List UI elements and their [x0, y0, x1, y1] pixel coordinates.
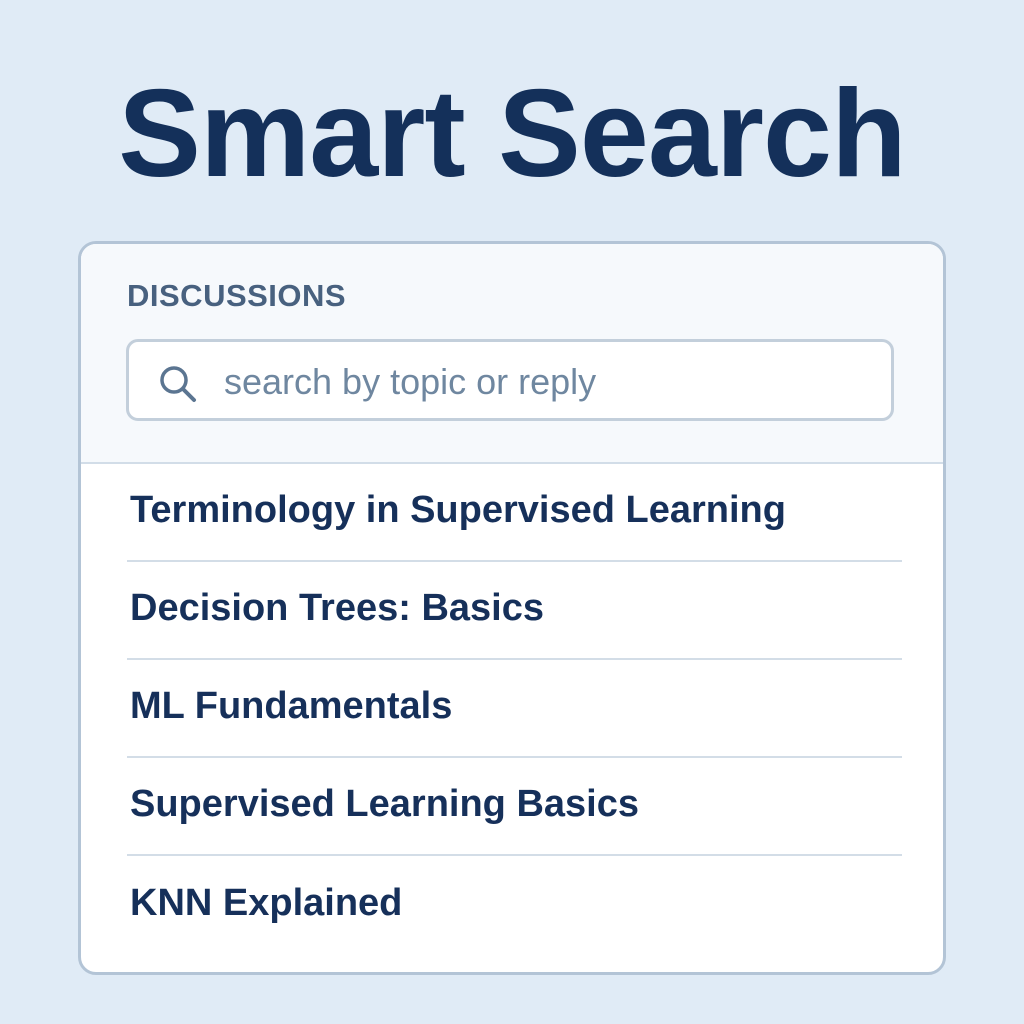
list-item[interactable]: ML Fundamentals: [127, 660, 902, 758]
list-item[interactable]: Supervised Learning Basics: [127, 758, 902, 856]
discussions-panel: DISCUSSIONS Terminology in Supervised Le…: [78, 241, 946, 975]
list-item[interactable]: KNN Explained: [127, 856, 902, 954]
list-item[interactable]: Terminology in Supervised Learning: [127, 464, 902, 562]
page-title: Smart Search: [118, 65, 907, 203]
discussion-list: Terminology in Supervised Learning Decis…: [127, 464, 902, 954]
search-box[interactable]: [126, 339, 894, 421]
search-input[interactable]: [222, 356, 866, 408]
panel-header: DISCUSSIONS: [81, 244, 943, 464]
search-icon: [160, 366, 196, 402]
section-label: DISCUSSIONS: [127, 278, 347, 313]
list-item[interactable]: Decision Trees: Basics: [127, 562, 902, 660]
